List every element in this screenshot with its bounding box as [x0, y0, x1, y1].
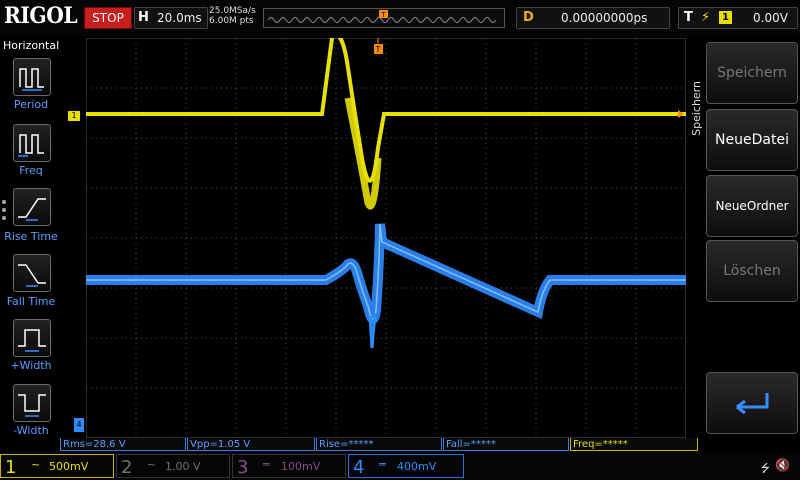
enter-return-icon — [736, 393, 769, 415]
channel-4-waveform — [86, 223, 686, 349]
horizontal-label: H — [138, 10, 149, 25]
rise-measurement: Rise=***** — [316, 438, 442, 451]
waveform-display[interactable]: T — [85, 33, 687, 439]
pos-width-button[interactable] — [13, 319, 51, 357]
freq-button[interactable] — [13, 124, 51, 162]
neg-width-button[interactable] — [13, 384, 51, 422]
left-menu-title: Horizontal — [3, 39, 60, 52]
period-icon — [19, 68, 44, 91]
trigger-source: 1 — [719, 11, 732, 24]
freq-label: Freq — [19, 164, 43, 177]
trigger-level: 0.00V — [753, 11, 788, 25]
delay-value: 0.00000000ps — [561, 11, 648, 25]
channel-2-number: 2 — [121, 457, 133, 478]
fall-time-label: Fall Time — [6, 295, 56, 308]
memory-position-bar[interactable]: T — [263, 8, 505, 28]
trigger-position-letter: T — [380, 11, 386, 19]
channel-4-status[interactable]: 4 ═ 400mV — [348, 454, 464, 478]
horizontal-timebase-box[interactable]: H 20.0ms — [134, 7, 208, 29]
right-save-menu: Speichern Speichern NeueDatei NeueOrdner… — [688, 36, 800, 440]
trigger-level-marker[interactable] — [678, 110, 684, 118]
vpp-measurement: Vpp=1.05 V — [187, 438, 315, 451]
pos-width-label: +Width — [10, 359, 52, 372]
period-label: Period — [13, 98, 49, 111]
top-status-bar: RIGOL STOP H 20.0ms 25.0MSa/s 6.00M pts … — [0, 0, 800, 36]
trigger-time-marker[interactable]: T — [374, 38, 383, 54]
delay-label: D — [523, 10, 534, 25]
channel-1-scale: 500mV — [49, 460, 89, 473]
fall-time-icon — [18, 264, 46, 287]
fall-time-button[interactable] — [13, 254, 51, 292]
menu-scroll-dots — [2, 196, 6, 224]
memory-depth: 6.00M pts — [209, 16, 254, 26]
delay-box[interactable]: D 0.00000000ps — [516, 7, 670, 29]
enter-button[interactable] — [706, 372, 798, 434]
new-folder-button[interactable]: NeueOrdner — [706, 175, 798, 237]
channel-4-offset-marker[interactable]: 4 — [74, 418, 84, 432]
channel-3-status[interactable]: 3 ═ 100mV — [232, 454, 346, 478]
channel-1-status[interactable]: 1 ~ 500mV — [0, 454, 114, 478]
period-button[interactable] — [13, 58, 51, 96]
run-stop-status[interactable]: STOP — [84, 7, 132, 29]
measurement-bar: Rms=28.6 V Vpp=1.05 V Rise=***** Fall=**… — [60, 438, 700, 452]
rise-time-label: Rise Time — [4, 230, 58, 243]
rigol-logo: RIGOL — [4, 3, 78, 29]
channel-status-bar: 1 ~ 500mV 2 ~ 1.00 V 3 ═ 100mV 4 ═ 400mV… — [0, 452, 800, 480]
channel-1-coupling: ~ — [31, 458, 41, 471]
freq-measurement: Freq=***** — [570, 438, 698, 451]
timebase-value: 20.0ms — [157, 11, 202, 25]
left-measure-menu: Horizontal Period Freq Rise Time Fall Ti… — [0, 36, 62, 440]
trigger-time-letter: T — [375, 45, 381, 54]
channel-2-scale: 1.00 V — [165, 460, 201, 473]
delete-button[interactable]: Löschen — [706, 240, 798, 302]
save-button[interactable]: Speichern — [706, 42, 798, 104]
rms-measurement: Rms=28.6 V — [60, 438, 186, 451]
rise-time-icon — [18, 198, 46, 221]
channel-4-scale: 400mV — [397, 460, 437, 473]
neg-width-icon — [18, 394, 46, 417]
rise-time-button[interactable] — [13, 188, 51, 226]
neg-width-label: -Width — [13, 424, 49, 437]
channel-4-coupling: ═ — [379, 458, 386, 471]
new-file-button[interactable]: NeueDatei — [706, 109, 798, 171]
usb-icon: ⭍ — [760, 462, 770, 475]
channel-3-scale: 100mV — [281, 460, 321, 473]
channel-3-coupling: ═ — [263, 458, 270, 471]
trigger-position-marker: T — [379, 10, 388, 19]
trigger-box[interactable]: T ⚡ 1 0.00V — [678, 7, 798, 29]
memory-waveform-preview: T — [267, 10, 497, 23]
pos-width-icon — [18, 329, 46, 352]
channel-1-offset-marker[interactable]: 1 — [68, 111, 80, 121]
speaker-muted-icon[interactable]: 🔇 — [775, 458, 790, 472]
right-menu-title: Speichern — [690, 81, 703, 136]
sample-rate: 25.0MSa/s — [209, 6, 256, 16]
trigger-label: T — [684, 10, 693, 25]
rising-edge-icon: ⚡ — [701, 10, 711, 25]
channel-4-number: 4 — [353, 457, 365, 478]
channel-2-status[interactable]: 2 ~ 1.00 V — [116, 454, 230, 478]
fall-measurement: Fall=***** — [443, 438, 569, 451]
sample-rate-info: 25.0MSa/s 6.00M pts — [209, 6, 256, 26]
channel-1-number: 1 — [5, 457, 17, 478]
channel-3-number: 3 — [237, 457, 249, 478]
channel-2-coupling: ~ — [147, 458, 157, 471]
freq-icon — [18, 134, 44, 157]
waveform-grid: T — [85, 33, 687, 439]
